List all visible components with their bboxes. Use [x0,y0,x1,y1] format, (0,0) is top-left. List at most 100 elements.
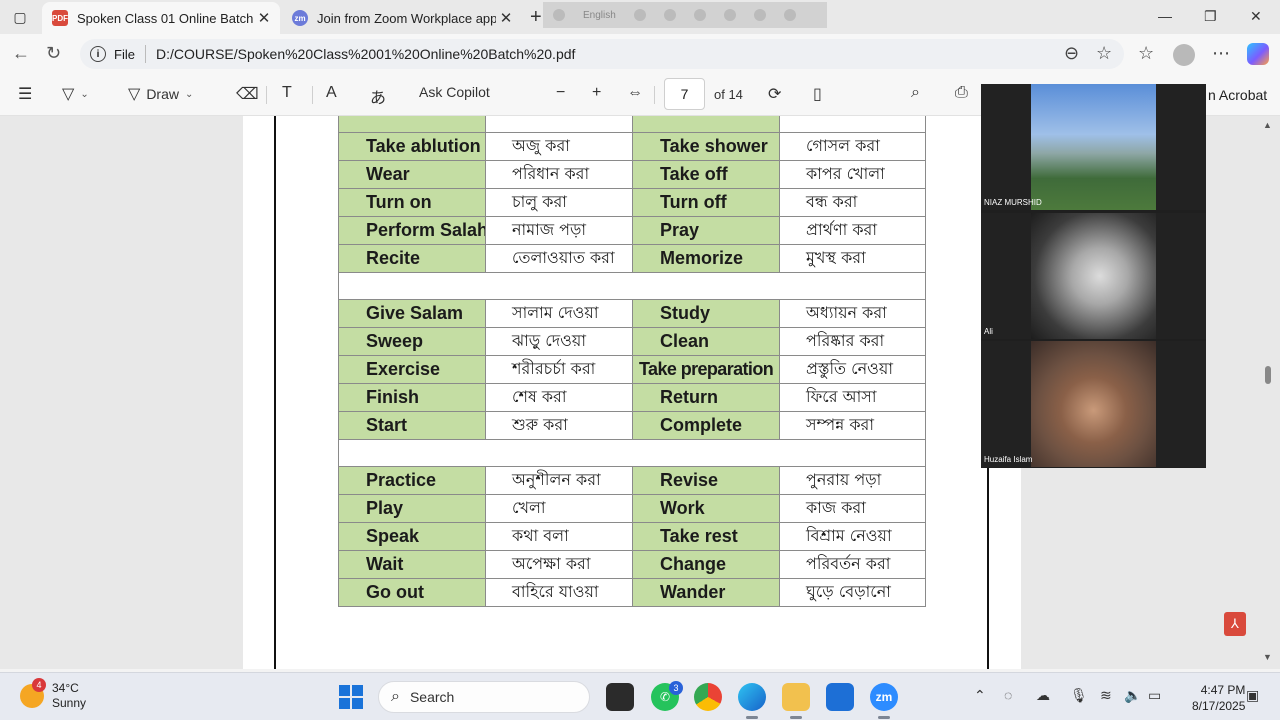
close-tab-icon[interactable]: ✕ [496,9,516,27]
url-text[interactable]: D:/COURSE/Spoken%20Class%2001%20Online%2… [156,46,575,62]
edge-icon[interactable] [738,683,766,711]
english-word-cell: Return [632,382,780,412]
zoom-page-icon[interactable]: ⊖ [1064,43,1079,64]
english-word-cell: Revise [632,465,780,495]
close-window-icon[interactable]: ✕ [1250,8,1262,25]
english-word-cell: Wander [632,577,780,607]
page-view-icon[interactable]: ▯ [813,84,822,104]
divider [654,86,655,104]
rotate-icon[interactable]: ⟳ [768,84,781,104]
zoom-in-icon[interactable]: + [592,84,601,102]
table-row: Go out বাহিরে যাওয়া Wander ঘুড়ে বেড়ানো [338,577,926,607]
refresh-icon[interactable]: ↻ [46,43,61,64]
bangla-meaning-cell: নামাজ পড়া [485,215,633,245]
draw-tool[interactable]: ▽ Draw ⌄ [128,84,193,104]
info-icon[interactable] [783,9,796,21]
participant-tile[interactable]: Ali [981,213,1206,339]
pen-icon[interactable] [663,9,676,21]
battery-icon[interactable]: ▭ [1148,687,1161,704]
table-row: Perform Salah নামাজ পড়া Pray প্রার্থণা করা [338,215,926,245]
english-word-cell: Go out [338,577,486,607]
minimize-icon[interactable]: — [1158,8,1172,24]
taskbar: 4 34°C Sunny ⌕ Search ✆ 3 zm ⌃ ◌ ☁ 🎙 ≋ 🔈… [0,672,1280,720]
print-icon[interactable]: ⎙ [955,84,968,102]
english-word-cell: Take off [632,159,780,189]
table-row: Play খেলা Work কাজ করা [338,493,926,523]
add-text-icon[interactable]: T [282,84,292,102]
file-explorer-icon[interactable] [782,683,810,711]
more-menu-icon[interactable]: ⋯ [1212,43,1230,64]
copilot-icon[interactable] [1247,43,1269,65]
settings-icon[interactable] [693,9,706,21]
separator-cell [338,271,926,300]
chevron-down-icon: ⌄ [80,88,89,100]
contents-icon[interactable]: ☰ [18,84,32,104]
zoom-out-icon[interactable]: − [556,84,565,102]
table-row: Wait অপেক্ষা করা Change পরিবর্তন করা [338,549,926,579]
profile-avatar[interactable] [1173,44,1195,66]
english-word-cell: Complete [632,410,780,440]
clock[interactable]: 4:47 PM 8/17/2025 [1192,682,1245,714]
keyboard-icon[interactable] [633,9,646,21]
bangla-meaning-cell: পরিষ্কার করা [779,326,926,356]
bangla-meaning-cell: সম্পন্ন করা [779,410,926,440]
weather-widget[interactable]: 4 34°C Sunny [20,678,86,711]
favorite-star-icon[interactable]: ☆ [1096,43,1112,64]
task-view-icon[interactable] [606,683,634,711]
page-number-input[interactable]: 7 [664,78,705,110]
participant-tile[interactable]: Huzaifa Islam [981,341,1206,467]
cloud-icon[interactable]: ☁ [1036,687,1050,704]
bangla-meaning-cell: অজু করা [485,131,633,161]
new-tab-icon[interactable]: + [530,6,542,29]
english-word-cell: Perform Salah [338,215,486,245]
ime-language-label[interactable]: English [583,10,616,21]
tab-pdf[interactable]: PDF Spoken Class 01 Online Batch .pdf ✕ [42,2,280,34]
scroll-up-icon[interactable]: ▲ [1263,120,1272,130]
language-bar: English [543,2,827,28]
windows-start-icon[interactable] [339,685,363,709]
zoom-app-icon[interactable]: zm [870,683,898,711]
shield-icon[interactable]: ◌ [1004,687,1012,703]
participant-name: NIAZ MURSHID [984,198,1042,207]
scrollbar[interactable]: ▲ ▼ [1261,116,1274,669]
help-icon[interactable] [753,9,766,21]
separator-cell [338,438,926,467]
address-bar[interactable]: i File D:/COURSE/Spoken%20Class%2001%20O… [80,39,1124,69]
microphone-icon[interactable]: 🎙 [1070,687,1088,704]
taskbar-search[interactable]: ⌕ Search [378,681,590,713]
page-border-left [274,116,276,669]
restore-icon[interactable]: ❐ [1204,8,1217,25]
ask-copilot-button[interactable]: Ask Copilot [419,84,490,100]
english-word-cell: Work [632,493,780,523]
back-icon[interactable]: ← [12,43,30,64]
favorites-icon[interactable]: ☆ [1138,43,1154,64]
info-icon[interactable]: i [90,46,106,62]
tab-zoom[interactable]: zm Join from Zoom Workplace app - Zoom ✕ [282,2,522,34]
edge-icon[interactable] [723,9,736,21]
wifi-icon[interactable]: ≋ [1100,687,1112,704]
scrollbar-thumb[interactable] [1265,366,1271,384]
read-aloud-icon[interactable]: A [326,84,337,102]
draw-label: Draw [146,86,179,102]
acrobat-label[interactable]: n Acrobat [1208,87,1267,103]
search-icon[interactable]: ⌕ [911,84,920,102]
volume-icon[interactable]: 🔈 [1124,687,1141,704]
tab-actions-icon[interactable]: ▢ [8,6,32,28]
bangla-meaning-cell: বাহিরে যাওয়া [485,577,633,607]
whatsapp-badge: 3 [669,681,683,695]
notifications-icon[interactable]: ▣ [1246,687,1259,704]
close-tab-icon[interactable]: ✕ [254,9,274,27]
bangla-meaning-cell: ঝাড়ু দেওয়া [485,326,633,356]
acrobat-pdf-icon[interactable]: ⅄ [1224,612,1246,636]
scroll-down-icon[interactable]: ▼ [1263,652,1272,662]
translate-icon[interactable]: あ [370,84,386,108]
date-label: 8/17/2025 [1192,699,1246,713]
store-icon[interactable] [826,683,854,711]
ime-icon[interactable] [553,9,565,21]
fit-page-icon[interactable]: ⇔ [627,84,643,102]
chevron-up-icon[interactable]: ⌃ [974,687,986,704]
participant-tile[interactable]: NIAZ MURSHID [981,84,1206,210]
eraser-icon[interactable]: ⌫ [236,84,259,104]
chrome-icon[interactable] [694,683,722,711]
highlight-tool[interactable]: ▽ ⌄ [62,84,89,104]
